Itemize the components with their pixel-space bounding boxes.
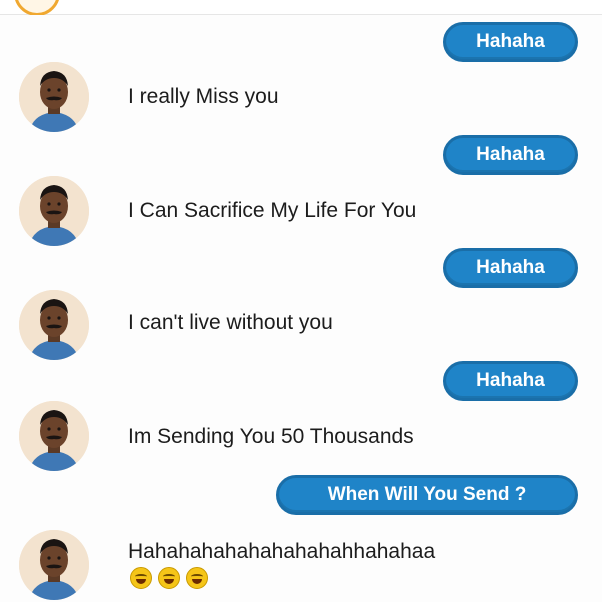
person-avatar-icon bbox=[19, 290, 89, 360]
outgoing-message-bubble[interactable]: Hahaha bbox=[443, 248, 578, 288]
incoming-message: I really Miss you bbox=[128, 85, 279, 108]
outgoing-message-bubble[interactable]: Hahaha bbox=[443, 135, 578, 175]
person-avatar-icon bbox=[19, 530, 89, 600]
laughing-emoji-icon bbox=[186, 567, 208, 589]
person-avatar-icon bbox=[19, 401, 89, 471]
person-avatar-icon bbox=[19, 176, 89, 246]
contact-avatar[interactable] bbox=[19, 290, 89, 360]
top-strip bbox=[0, 0, 602, 16]
chat-thread[interactable]: Hahaha Hahaha Hahaha Hahaha When Will Yo… bbox=[0, 15, 602, 602]
incoming-message: I Can Sacrifice My Life For You bbox=[128, 199, 417, 222]
contact-avatar[interactable] bbox=[19, 176, 89, 246]
emoji-reaction-row bbox=[130, 567, 208, 589]
incoming-message: Im Sending You 50 Thousands bbox=[128, 425, 414, 448]
outgoing-message-bubble[interactable]: Hahaha bbox=[443, 22, 578, 62]
incoming-message: I can't live without you bbox=[128, 311, 333, 334]
profile-ring bbox=[14, 0, 60, 16]
person-avatar-icon bbox=[19, 62, 89, 132]
contact-avatar[interactable] bbox=[19, 62, 89, 132]
contact-avatar[interactable] bbox=[19, 401, 89, 471]
incoming-message: Hahahahahahahahahahhahahaa bbox=[128, 540, 436, 563]
contact-avatar[interactable] bbox=[19, 530, 89, 600]
laughing-emoji-icon bbox=[158, 567, 180, 589]
outgoing-message-bubble[interactable]: Hahaha bbox=[443, 361, 578, 401]
outgoing-message-bubble[interactable]: When Will You Send ? bbox=[276, 475, 578, 515]
laughing-emoji-icon bbox=[130, 567, 152, 589]
